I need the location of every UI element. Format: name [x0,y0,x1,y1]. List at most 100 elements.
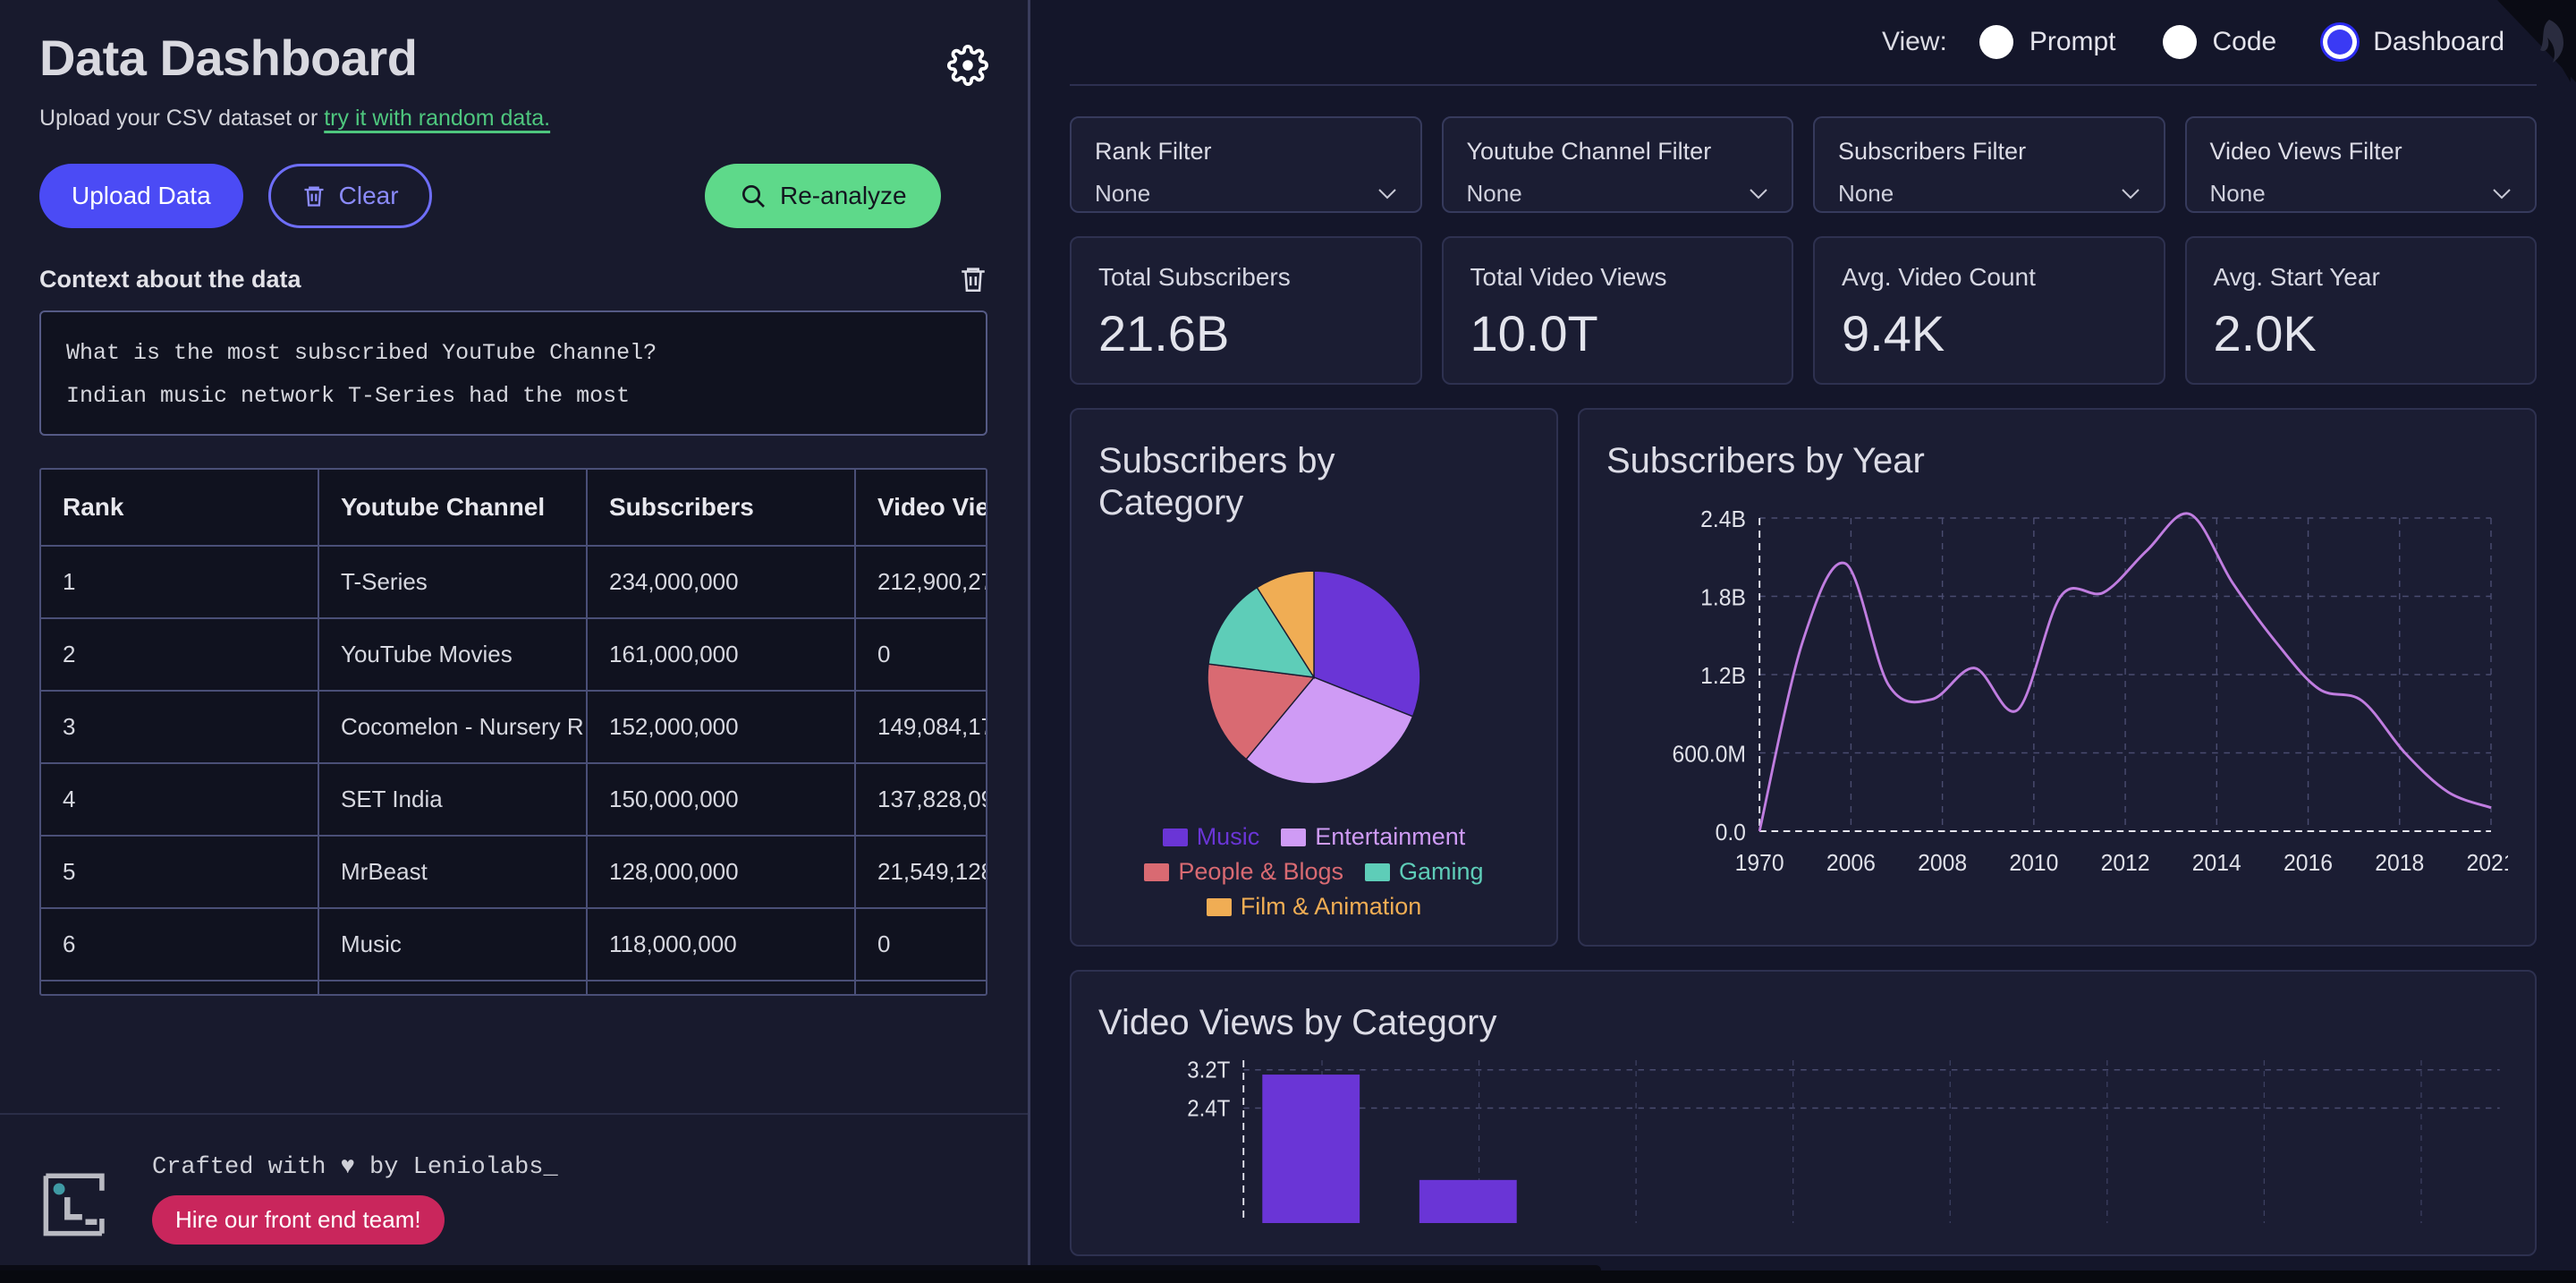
line-chart-card: Subscribers by Year 0.0 600.0M 1.2B 1.8B 2.4… [1578,408,2537,947]
bar-chart[interactable]: 2.4T 3.2T [1098,1044,2508,1224]
x-axis-tick-label: 2021 [2466,851,2508,877]
cell-channel: Music [318,908,588,981]
x-axis-tick-label: 2014 [2192,851,2241,877]
leniolabs-logo-icon [39,1158,122,1240]
cell-rank: 5 [41,836,319,909]
radio-dashboard[interactable] [2323,25,2358,59]
column-header-rank[interactable]: Rank [41,470,319,547]
bar[interactable] [1262,1075,1360,1224]
x-axis-tick-label: 2016 [2284,851,2333,877]
bar[interactable] [1419,1180,1517,1224]
filter-rank[interactable]: Rank Filter None [1070,116,1422,213]
table-row: 1 T-Series 234,000,000 212,900,27 [41,546,986,619]
column-header-video-views[interactable]: Video Views [855,470,986,547]
gear-icon[interactable] [947,45,988,86]
cell-video-views: 212,900,27 [855,546,986,619]
corner-ribbon-icon [2524,4,2571,82]
radio-code[interactable] [2162,25,2197,59]
legend-swatch [1206,897,1232,916]
legend-swatch [1281,828,1307,846]
filter-subscribers-value: None [1838,180,1894,207]
hire-team-button[interactable]: Hire our front end team! [152,1194,445,1245]
filter-rank-value: None [1095,180,1151,207]
view-label: View: [1881,27,1947,56]
cell-subscribers: 152,000,000 [587,691,856,764]
legend-swatch [1162,828,1188,846]
delete-context-icon[interactable] [958,264,988,294]
table-row: 7 PewDiePie 111,000,000 28,851,883 [41,981,986,994]
left-panel: Data Dashboard Upload your CSV dataset o… [0,0,1030,1283]
cell-channel: MrBeast [318,836,588,909]
legend-label: People & Blogs [1178,858,1344,886]
view-option-prompt[interactable]: Prompt [1979,25,2116,59]
kpi-avg-start-year-label: Avg. Start Year [2213,263,2380,291]
header-row: Data Dashboard [39,31,988,86]
dashboard-app: Data Dashboard Upload your CSV dataset o… [0,0,2576,1283]
kpi-total-subscribers-label: Total Subscribers [1098,263,1291,291]
table-header-row: Rank Youtube Channel Subscribers Video V… [41,470,986,547]
kpi-avg-start-year: Avg. Start Year 2.0K [2184,236,2537,385]
cell-video-views: 137,828,09 [855,763,986,837]
filters-row: Rank Filter None Youtube Channel Filter … [1070,116,2537,213]
context-header: Context about the data [39,264,988,294]
x-axis-tick-label: 2018 [2375,851,2424,877]
upload-data-button[interactable]: Upload Data [39,164,243,228]
kpi-avg-start-year-value: 2.0K [2213,305,2317,361]
legend-swatch [1144,862,1170,881]
filter-channel[interactable]: Youtube Channel Filter None [1441,116,1793,213]
cell-channel: PewDiePie [318,981,588,994]
legend-item[interactable]: Film & Animation [1206,893,1421,921]
filter-subscribers-select[interactable]: None [1838,180,2140,208]
legend-item[interactable]: Music [1162,823,1259,851]
legend-label: Gaming [1399,858,1484,886]
table-row: 4 SET India 150,000,000 137,828,09 [41,763,986,837]
context-line-2: Indian music network T-Series had the mo… [66,383,631,409]
footer-text-block: Crafted with ♥ by Leniolabs_ Hire our fr… [152,1154,558,1245]
data-table-container[interactable]: Rank Youtube Channel Subscribers Video V… [39,468,987,996]
window-bottom-strip [0,1270,2576,1283]
context-line-1: What is the most subscribed YouTube Chan… [66,340,657,366]
filter-channel-select[interactable]: None [1467,180,1769,208]
legend-item[interactable]: People & Blogs [1144,858,1343,886]
filter-video-views-select[interactable]: None [2210,180,2512,208]
pie-chart[interactable] [1184,548,1444,807]
cell-subscribers: 128,000,000 [587,836,856,909]
cell-channel: SET India [318,763,588,837]
context-textarea[interactable]: What is the most subscribed YouTube Chan… [39,310,987,436]
pie-chart-card: Subscribers by Category Music Entertainme… [1070,408,1558,947]
pie-chart-legend: Music Entertainment People & Blogs Gaming Fi… [1098,823,1530,921]
left-panel-content: Data Dashboard Upload your CSV dataset o… [0,0,1028,1113]
cell-rank: 4 [41,763,319,837]
legend-item[interactable]: Entertainment [1281,823,1465,851]
filter-video-views-title: Video Views Filter [2209,138,2402,165]
table-row: 2 YouTube Movies 161,000,000 0 [41,618,986,692]
search-icon [742,185,765,208]
kpi-total-video-views-value: 10.0T [1470,305,1598,361]
view-option-code-label: Code [2212,27,2277,56]
subtitle: Upload your CSV dataset or try it with r… [39,106,988,132]
column-header-subscribers[interactable]: Subscribers [587,470,856,547]
view-toolbar: View: Prompt Code Dashboard [1070,0,2537,86]
reanalyze-button-label: Re-analyze [780,182,907,209]
chevron-down-icon [2121,189,2140,200]
legend-item[interactable]: Gaming [1365,858,1484,886]
line-chart[interactable]: 0.0 600.0M 1.2B 1.8B 2.4B 1970 2006 2008 2010 201… [1606,482,2516,903]
radio-prompt[interactable] [1979,25,2013,59]
filter-rank-title: Rank Filter [1095,138,1212,165]
kpi-avg-video-count-value: 9.4K [1842,305,1945,361]
random-data-link[interactable]: try it with random data. [324,106,550,131]
bar-chart-title: Video Views by Category [1098,1003,1497,1042]
filter-subscribers[interactable]: Subscribers Filter None [1813,116,2165,213]
chevron-down-icon [1377,189,1396,200]
view-option-code[interactable]: Code [2162,25,2277,59]
view-option-prompt-label: Prompt [2029,27,2116,56]
cell-video-views: 149,084,17 [855,691,986,764]
charts-row: Subscribers by Category Music Entertainme… [1070,408,2537,947]
filter-video-views-value: None [2209,180,2266,207]
clear-button[interactable]: Clear [267,164,432,228]
crafted-by-text: Crafted with ♥ by Leniolabs_ [152,1153,558,1181]
filter-rank-select[interactable]: None [1095,180,1397,208]
column-header-channel[interactable]: Youtube Channel [318,470,588,547]
reanalyze-button[interactable]: Re-analyze [705,164,941,228]
filter-video-views[interactable]: Video Views Filter None [2184,116,2537,213]
